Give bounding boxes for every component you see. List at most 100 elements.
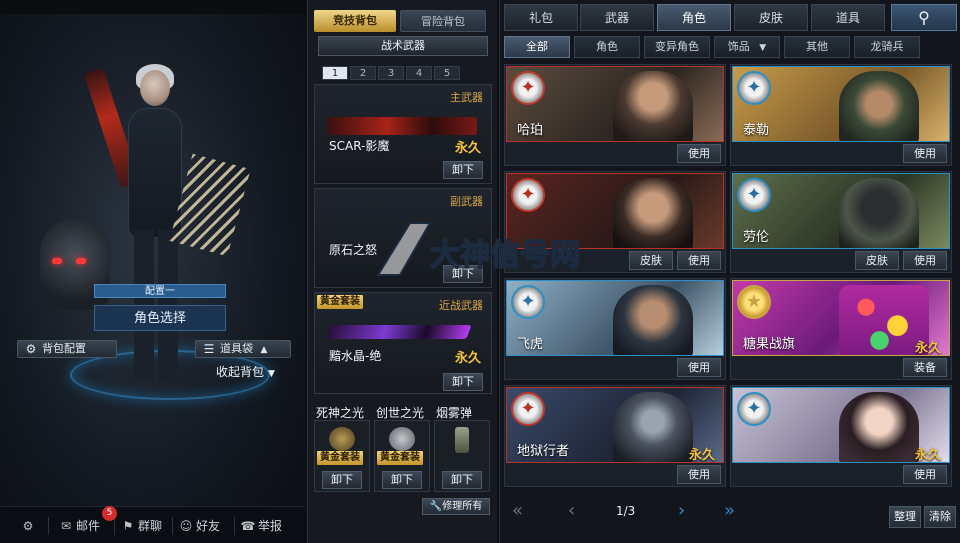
store-card[interactable]: ✦ 皮肤 使用 xyxy=(504,171,726,273)
unload-button[interactable]: 卸下 xyxy=(322,471,362,489)
throwable-slot-3[interactable]: 卸下 xyxy=(434,420,490,492)
use-button[interactable]: 使用 xyxy=(903,465,947,484)
card-image: ✦ xyxy=(506,173,724,249)
loadout-tag[interactable]: 配置一 xyxy=(94,284,226,298)
arrange-button[interactable]: 整理 xyxy=(889,506,921,528)
eagle-emblem-icon: ✦ xyxy=(737,71,771,105)
use-button[interactable]: 使用 xyxy=(677,358,721,377)
subtab-accessories[interactable]: 饰品 ▼ xyxy=(714,36,780,58)
duration-label: 永久 xyxy=(454,141,481,156)
gold-set-tag: 黄金套装 xyxy=(377,451,423,465)
store-card[interactable]: ✦ 哈珀 使用 xyxy=(504,64,726,166)
skin-button[interactable]: 皮肤 xyxy=(629,251,673,270)
unload-button[interactable]: 卸下 xyxy=(382,471,422,489)
page-tab-1[interactable]: 1 xyxy=(322,66,348,80)
secondary-weapon-slot[interactable]: 副武器 原石之怒 卸下 xyxy=(314,188,492,288)
primary-weapon-slot[interactable]: 主武器 SCAR-影魔 永久 卸下 xyxy=(314,84,492,184)
chevron-down-icon: ▼ xyxy=(268,369,275,379)
unload-button[interactable]: 卸下 xyxy=(443,265,483,283)
tab-adventure-pack[interactable]: 冒险背包 xyxy=(400,10,486,32)
subtab-mutant-characters[interactable]: 变异角色 xyxy=(644,36,710,58)
store-card[interactable]: ✦ 劳伦 皮肤 使用 xyxy=(730,171,952,273)
eagle-emblem-icon: ✦ xyxy=(737,178,771,212)
next-page-icon[interactable]: › xyxy=(678,500,685,521)
role-select-button[interactable]: 角色选择 xyxy=(94,305,226,331)
card-image: ✦ 永久 xyxy=(732,387,950,463)
throwable-slot-1[interactable]: 黄金套装 卸下 xyxy=(314,420,370,492)
card-image: ★ 糖果战旗 永久 xyxy=(732,280,950,356)
bottom-bar: ⚙ ✉ 邮件 ⚑ 群聊 ☺ 好友 ☎ 举报 xyxy=(0,506,305,543)
page-tab-4[interactable]: 4 xyxy=(406,66,432,80)
page-tab-2[interactable]: 2 xyxy=(350,66,376,80)
report-button[interactable]: ☎ 举报 xyxy=(240,516,283,536)
store-card[interactable]: ✦ 地狱行者 永久 使用 xyxy=(504,385,726,487)
last-page-icon[interactable]: » xyxy=(724,500,735,521)
search-button[interactable]: ⚲ xyxy=(891,4,957,31)
grenade-image xyxy=(389,427,415,451)
unload-button[interactable]: 卸下 xyxy=(442,471,482,489)
clear-button[interactable]: 清除 xyxy=(924,506,956,528)
use-button[interactable]: 使用 xyxy=(903,144,947,163)
use-button[interactable]: 使用 xyxy=(677,144,721,163)
duration-label: 永久 xyxy=(688,448,715,463)
weapon-name: 黯水晶-绝 xyxy=(329,349,382,363)
tab-characters[interactable]: 角色 xyxy=(657,4,731,31)
page-indicator: 1/3 xyxy=(616,504,636,518)
star-emblem-icon: ★ xyxy=(737,285,771,319)
store-card[interactable]: ✦ 飞虎 使用 xyxy=(504,278,726,380)
store-panel: 礼包 武器 角色 皮肤 道具 ⚲ 全部 角色 变异角色 饰品 ▼ 其他 龙骑兵 … xyxy=(499,0,960,543)
gear-icon: ⚙ xyxy=(25,342,37,356)
backpack-panel: 竞技背包 冒险背包 战术武器 1 2 3 4 5 主武器 SCAR-影魔 永久 … xyxy=(307,0,497,543)
chevron-down-icon: ▼ xyxy=(759,43,767,53)
eagle-emblem-icon: ✦ xyxy=(511,285,545,319)
eagle-emblem-icon: ✦ xyxy=(511,71,545,105)
tab-gift-packs[interactable]: 礼包 xyxy=(504,4,578,31)
store-card[interactable]: ★ 糖果战旗 永久 装备 xyxy=(730,278,952,380)
subtab-other[interactable]: 其他 xyxy=(784,36,850,58)
page-tab-3[interactable]: 3 xyxy=(378,66,404,80)
friends-button[interactable]: ☺ 好友 xyxy=(178,516,220,536)
tactical-weapons-button[interactable]: 战术武器 xyxy=(318,36,488,56)
store-card[interactable]: ✦ 永久 使用 xyxy=(730,385,952,487)
prev-page-icon[interactable]: ‹ xyxy=(568,500,575,521)
character-model[interactable] xyxy=(83,60,251,390)
mail-button[interactable]: ✉ 邮件 xyxy=(58,516,100,536)
subtab-dragoon[interactable]: 龙骑兵 xyxy=(854,36,920,58)
tool-bag-button[interactable]: ☰ 道具袋 ▲ xyxy=(195,340,291,358)
unload-button[interactable]: 卸下 xyxy=(443,373,483,391)
repair-all-button[interactable]: 🔧修理所有 xyxy=(422,498,490,515)
tab-items[interactable]: 道具 xyxy=(811,4,885,31)
pouch-icon: ☰ xyxy=(203,342,215,356)
tab-weapons[interactable]: 武器 xyxy=(580,4,654,31)
mail-count-badge: 5 xyxy=(102,506,117,521)
collapse-pack-label: 收起背包 xyxy=(216,365,265,379)
unload-button[interactable]: 卸下 xyxy=(443,161,483,179)
page-tab-5[interactable]: 5 xyxy=(434,66,460,80)
subtab-all[interactable]: 全部 xyxy=(504,36,570,58)
bag-config-button[interactable]: ⚙ 背包配置 xyxy=(17,340,117,358)
card-name: 泰勒 xyxy=(743,123,770,138)
melee-weapon-slot[interactable]: 黄金套装 近战武器 黯水晶-绝 永久 卸下 xyxy=(314,292,492,394)
collapse-pack-button[interactable]: 收起背包 ▼ xyxy=(216,363,275,380)
grenade-image xyxy=(329,427,355,451)
tab-skins[interactable]: 皮肤 xyxy=(734,4,808,31)
use-button[interactable]: 使用 xyxy=(677,251,721,270)
tab-competitive-pack[interactable]: 竞技背包 xyxy=(314,10,396,32)
use-button[interactable]: 使用 xyxy=(903,251,947,270)
subtab-characters[interactable]: 角色 xyxy=(574,36,640,58)
throwable-name: 创世之光 xyxy=(376,406,425,420)
throwable-slot-2[interactable]: 黄金套装 卸下 xyxy=(374,420,430,492)
use-button[interactable]: 使用 xyxy=(677,465,721,484)
card-image: ✦ 飞虎 xyxy=(506,280,724,356)
skin-button[interactable]: 皮肤 xyxy=(855,251,899,270)
duration-label: 永久 xyxy=(914,448,941,463)
settings-button[interactable]: ⚙ xyxy=(20,516,38,536)
repair-all-label: 修理所有 xyxy=(442,501,483,512)
first-page-icon[interactable]: « xyxy=(512,500,523,521)
group-chat-button[interactable]: ⚑ 群聊 xyxy=(120,516,162,536)
card-name: 飞虎 xyxy=(517,337,544,352)
card-name: 哈珀 xyxy=(517,123,544,138)
card-name: 糖果战旗 xyxy=(743,337,796,352)
store-card[interactable]: ✦ 泰勒 使用 xyxy=(730,64,952,166)
equip-button[interactable]: 装备 xyxy=(903,358,947,377)
